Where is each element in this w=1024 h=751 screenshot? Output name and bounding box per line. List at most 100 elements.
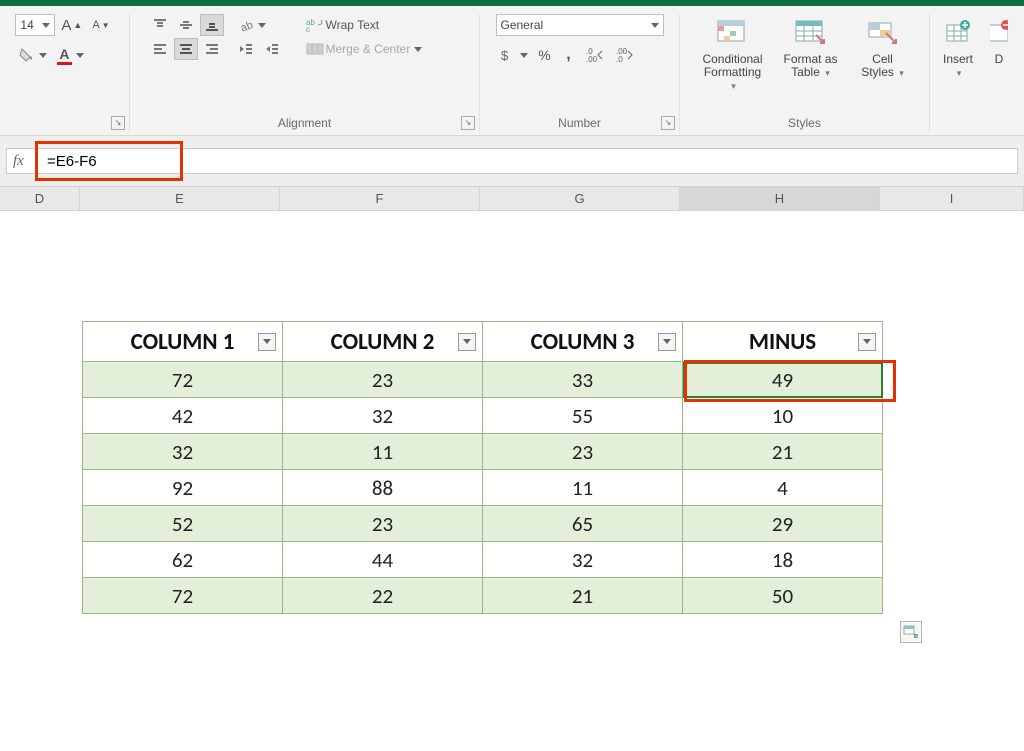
cell[interactable]: 18 (683, 542, 883, 578)
autofill-options-icon: + (903, 625, 919, 639)
cell[interactable]: 52 (83, 506, 283, 542)
cell[interactable]: 92 (83, 470, 283, 506)
group-label-styles: Styles (788, 116, 821, 134)
column-header[interactable]: E (80, 187, 280, 210)
cell-styles-button[interactable]: CellStyles ▾ (853, 14, 913, 100)
cell[interactable]: 23 (483, 434, 683, 470)
cell[interactable]: 42 (83, 398, 283, 434)
worksheet[interactable]: COLUMN 1 COLUMN 2 COLUMN 3 MINUS 72 23 3… (0, 211, 1024, 751)
filter-button[interactable] (658, 333, 676, 351)
orientation-button[interactable]: ab (234, 14, 270, 36)
svg-text:.0: .0 (616, 55, 623, 63)
formula-input[interactable] (47, 149, 1011, 173)
formula-bar: fx (6, 148, 1018, 174)
format-as-table-icon (794, 16, 828, 50)
table-header[interactable]: COLUMN 3 (483, 322, 683, 362)
group-styles: ConditionalFormatting ▾ Format asTable ▾… (680, 14, 930, 134)
cell[interactable]: 33 (483, 362, 683, 398)
cell[interactable]: 50 (683, 578, 883, 614)
table-row: 52 23 65 29 (83, 506, 883, 542)
number-format-select[interactable]: General (496, 14, 664, 36)
cell[interactable]: 72 (83, 578, 283, 614)
cell[interactable]: 23 (283, 362, 483, 398)
align-left-button[interactable] (148, 38, 172, 60)
font-size-input[interactable]: 14 (15, 14, 55, 36)
table-header[interactable]: MINUS (683, 322, 883, 362)
column-header[interactable]: H (680, 187, 880, 210)
cell[interactable]: 88 (283, 470, 483, 506)
cell[interactable]: 55 (483, 398, 683, 434)
insert-button[interactable]: Insert▾ (932, 14, 984, 100)
column-header[interactable]: G (480, 187, 680, 210)
group-label-alignment: Alignment (278, 116, 331, 134)
dialog-launcher-icon[interactable]: ↘ (111, 116, 125, 130)
delete-cells-icon (990, 16, 1008, 50)
cell[interactable]: 32 (83, 434, 283, 470)
format-as-table-button[interactable]: Format asTable ▾ (775, 14, 847, 100)
cell[interactable]: 23 (283, 506, 483, 542)
autofill-options-button[interactable]: + (900, 621, 922, 643)
font-color-button[interactable]: A (53, 44, 87, 66)
chevron-down-icon: ▾ (957, 68, 962, 78)
filter-button[interactable] (858, 333, 876, 351)
cell[interactable]: 21 (683, 434, 883, 470)
chevron-down-icon (520, 53, 528, 58)
fx-icon[interactable]: fx (13, 153, 39, 170)
table-row: 92 88 11 4 (83, 470, 883, 506)
column-header[interactable]: I (880, 187, 1024, 210)
grow-font-button[interactable]: A▲ (57, 14, 86, 36)
cell[interactable]: 32 (283, 398, 483, 434)
group-cells: Insert▾ D (930, 14, 1010, 134)
decrease-decimal-button[interactable]: .00.0 (612, 44, 640, 66)
increase-indent-button[interactable] (260, 38, 284, 60)
column-header[interactable]: F (280, 187, 480, 210)
increase-decimal-button[interactable]: .0.00 (582, 44, 610, 66)
table-header[interactable]: COLUMN 2 (283, 322, 483, 362)
cell[interactable]: 49 (683, 362, 883, 398)
dialog-launcher-icon[interactable]: ↘ (461, 116, 475, 130)
cell[interactable]: 11 (483, 470, 683, 506)
filter-button[interactable] (458, 333, 476, 351)
fill-color-button[interactable] (15, 44, 51, 66)
align-right-button[interactable] (200, 38, 224, 60)
decrease-indent-button[interactable] (234, 38, 258, 60)
cell[interactable]: 32 (483, 542, 683, 578)
cell[interactable]: 44 (283, 542, 483, 578)
font-size-value: 14 (20, 18, 33, 32)
conditional-formatting-button[interactable]: ConditionalFormatting ▾ (697, 14, 769, 100)
ribbon: 14 A▲ A▼ A ↘ (0, 6, 1024, 136)
align-bottom-button[interactable] (200, 14, 224, 36)
cell[interactable]: 11 (283, 434, 483, 470)
cell[interactable]: 29 (683, 506, 883, 542)
cell[interactable]: 62 (83, 542, 283, 578)
formula-bar-area: fx (0, 136, 1024, 187)
cell[interactable]: 22 (283, 578, 483, 614)
chevron-down-icon (263, 339, 271, 344)
table-header[interactable]: COLUMN 1 (83, 322, 283, 362)
merge-center-label: Merge & Center (326, 42, 411, 56)
percent-format-button[interactable]: % (534, 44, 556, 66)
svg-text:c: c (306, 25, 310, 33)
chevron-down-icon (414, 47, 422, 52)
table-header-row: COLUMN 1 COLUMN 2 COLUMN 3 MINUS (83, 322, 883, 362)
comma-format-button[interactable]: , (558, 44, 580, 66)
column-header[interactable]: D (0, 187, 80, 210)
cell[interactable]: 4 (683, 470, 883, 506)
accounting-format-button[interactable]: $ (496, 44, 532, 66)
svg-text:+: + (915, 634, 918, 639)
cell[interactable]: 72 (83, 362, 283, 398)
chevron-down-icon (258, 23, 266, 28)
align-top-button[interactable] (148, 14, 172, 36)
cell[interactable]: 21 (483, 578, 683, 614)
shrink-font-button[interactable]: A▼ (88, 14, 113, 36)
align-center-button[interactable] (174, 38, 198, 60)
chevron-down-icon (651, 23, 659, 28)
delete-button[interactable]: D (990, 14, 1008, 100)
filter-button[interactable] (258, 333, 276, 351)
align-middle-button[interactable] (174, 14, 198, 36)
dialog-launcher-icon[interactable]: ↘ (661, 116, 675, 130)
chevron-down-icon (663, 339, 671, 344)
wrap-text-button[interactable]: abc Wrap Text (302, 14, 442, 36)
cell[interactable]: 10 (683, 398, 883, 434)
cell[interactable]: 65 (483, 506, 683, 542)
